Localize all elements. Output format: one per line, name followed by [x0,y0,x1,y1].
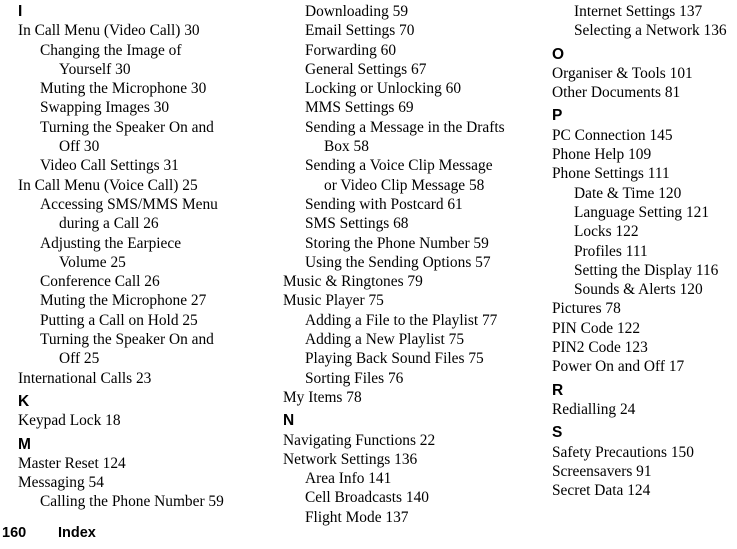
index-entry[interactable]: In Call Menu (Voice Call) 25 [18,176,268,195]
index-entry[interactable]: SMS Settings 68 [305,214,530,233]
index-entry[interactable]: Storing the Phone Number 59 [305,234,530,253]
index-entry[interactable]: Turning the Speaker On and [40,330,268,349]
index-entry[interactable]: Off 30 [59,137,268,156]
index-entry[interactable]: Redialling 24 [552,400,737,419]
index-entry[interactable]: Network Settings 136 [283,450,530,469]
index-letter-heading: S [552,424,563,442]
index-entry[interactable]: Volume 25 [59,253,268,272]
index-entry[interactable]: Phone Help 109 [552,145,737,164]
index-entry[interactable]: Off 25 [59,349,268,368]
index-entry[interactable]: PC Connection 145 [552,126,737,145]
index-columns: I In Call Menu (Video Call) 30 Changing th… [0,0,737,526]
index-entry[interactable]: PIN Code 122 [552,319,737,338]
index-entry[interactable]: Setting the Display 116 [574,261,737,280]
index-entry[interactable]: Sending a Message in the Drafts [305,118,530,137]
page-footer: 160 Index [0,524,737,546]
index-entry[interactable]: Music & Ringtones 79 [283,272,530,291]
index-column-2: Downloading 59 Email Settings 70 Forwardin… [268,0,530,526]
index-entry[interactable]: Adjusting the Earpiece [40,234,268,253]
index-entry[interactable]: Conference Call 26 [40,272,268,291]
index-entry[interactable]: Other Documents 81 [552,83,737,102]
index-letter-heading: M [18,435,31,453]
index-entry[interactable]: Navigating Functions 22 [283,431,530,450]
index-entry[interactable]: Locking or Unlocking 60 [305,79,530,98]
index-page: I In Call Menu (Video Call) 30 Changing th… [0,0,737,549]
index-entry[interactable]: Email Settings 70 [305,21,530,40]
index-entry[interactable]: Downloading 59 [305,2,530,21]
index-entry[interactable]: PIN2 Code 123 [552,338,737,357]
index-entry[interactable]: Sounds & Alerts 120 [574,280,737,299]
index-entry[interactable]: Video Call Settings 31 [40,156,268,175]
index-entry[interactable]: Selecting a Network 136 [574,21,737,40]
index-entry[interactable]: Pictures 78 [552,299,737,318]
index-entry[interactable]: Screensavers 91 [552,462,737,481]
index-entry[interactable]: My Items 78 [283,388,530,407]
index-entry[interactable]: Changing the Image of [40,41,268,60]
index-entry[interactable]: Muting the Microphone 27 [40,291,268,310]
index-entry[interactable]: Profiles 111 [574,242,737,261]
index-entry[interactable]: Area Info 141 [305,469,530,488]
index-entry[interactable]: International Calls 23 [18,369,268,388]
index-entry[interactable]: Locks 122 [574,222,737,241]
footer-section-label: Index [58,525,96,541]
index-entry[interactable]: Internet Settings 137 [574,2,737,21]
index-entry[interactable]: General Settings 67 [305,60,530,79]
index-letter-heading: N [283,412,295,430]
index-entry[interactable]: Language Setting 121 [574,203,737,222]
index-entry[interactable]: Forwarding 60 [305,41,530,60]
index-entry[interactable]: Sending with Postcard 61 [305,195,530,214]
index-entry[interactable]: Adding a New Playlist 75 [305,330,530,349]
index-entry[interactable]: Using the Sending Options 57 [305,253,530,272]
index-entry[interactable]: Sorting Files 76 [305,369,530,388]
index-entry[interactable]: Keypad Lock 18 [18,411,268,430]
index-letter-heading: K [18,392,30,410]
index-entry[interactable]: Playing Back Sound Files 75 [305,349,530,368]
index-entry[interactable]: Music Player 75 [283,291,530,310]
index-entry[interactable]: Date & Time 120 [574,184,737,203]
index-entry[interactable]: In Call Menu (Video Call) 30 [18,21,268,40]
index-entry[interactable]: Yourself 30 [59,60,268,79]
index-entry[interactable]: Turning the Speaker On and [40,118,268,137]
index-entry[interactable]: or Video Clip Message 58 [324,176,530,195]
index-column-3: Internet Settings 137 Selecting a Network… [530,0,737,520]
index-letter-heading: R [552,381,564,399]
index-entry[interactable]: during a Call 26 [59,214,268,233]
index-entry[interactable]: Sending a Voice Clip Message [305,156,530,175]
index-entry[interactable]: Phone Settings 111 [552,164,737,183]
index-letter-heading: O [552,45,565,63]
index-entry[interactable]: Cell Broadcasts 140 [305,488,530,507]
index-entry[interactable]: Adding a File to the Playlist 77 [305,311,530,330]
index-entry[interactable]: Calling the Phone Number 59 [40,492,268,511]
index-entry[interactable]: Box 58 [324,137,530,156]
index-entry[interactable]: Secret Data 124 [552,481,737,500]
index-column-1: I In Call Menu (Video Call) 30 Changing th… [0,0,268,520]
index-entry[interactable]: Swapping Images 30 [40,98,268,117]
index-entry[interactable]: Accessing SMS/MMS Menu [40,195,268,214]
index-entry[interactable]: Safety Precautions 150 [552,443,737,462]
index-entry[interactable]: Master Reset 124 [18,454,268,473]
index-entry[interactable]: MMS Settings 69 [305,98,530,117]
index-entry[interactable]: Messaging 54 [18,473,268,492]
index-entry[interactable]: Putting a Call on Hold 25 [40,311,268,330]
index-letter-heading: P [552,107,563,125]
index-entry[interactable]: Muting the Microphone 30 [40,79,268,98]
footer-page-number: 160 [2,525,27,541]
index-entry[interactable]: Power On and Off 17 [552,357,737,376]
index-letter-heading: I [18,3,23,20]
index-entry[interactable]: Organiser & Tools 101 [552,64,737,83]
